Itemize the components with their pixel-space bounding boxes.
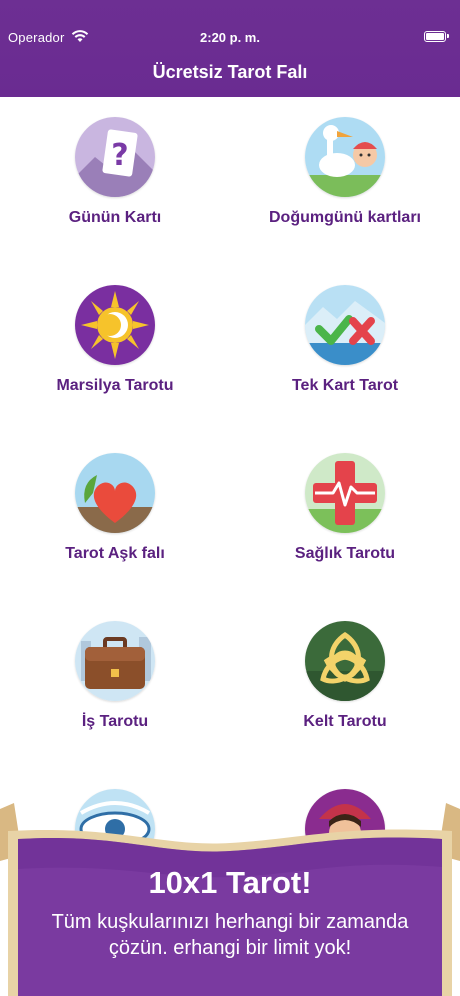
menu-item-marsilya-tarotu[interactable]: Marsilya Tarotu [0,265,230,433]
menu-item-dogumgunu-kartlari[interactable]: Doğumgünü kartları [230,97,460,265]
banner-subtitle: Tüm kuşkularınızı herhangi bir zamanda ç… [20,909,440,961]
item-label: Sağlık Tarotu [294,545,396,562]
status-bar: Operador 2:20 p. m. [0,28,460,48]
clock: 2:20 p. m. [200,30,260,45]
banner-line-2: çözün. erhangi bir limit yok! [108,937,352,959]
health-cross-icon [305,453,385,533]
item-label: İş Tarotu [81,713,149,730]
banner-headline: 10x1 Tarot! [148,865,312,900]
question-card-icon: ? [75,117,155,197]
svg-text:?: ? [111,138,128,173]
check-cross-icon [305,285,385,365]
sun-moon-icon [75,285,155,365]
menu-item-kelt-tarotu[interactable]: Kelt Tarotu [230,601,460,769]
item-label: Tarot Aşk falı [65,545,165,562]
menu-item-is-tarotu[interactable]: İş Tarotu [0,601,230,769]
menu-item-gunun-karti[interactable]: ? Günün Kartı [0,97,230,265]
menu-item-tarot-ask-fali[interactable]: Tarot Aşk falı [0,433,230,601]
navigation-bar: Operador 2:20 p. m. Ücretsiz Tarot Falı [0,0,460,97]
item-label: Tek Kart Tarot [291,377,399,394]
item-label: Doğumgünü kartları [268,209,421,226]
menu-item-saglik-tarotu[interactable]: Sağlık Tarotu [230,433,460,601]
banner-line-1: Tüm kuşkularınızı herhangi bir zamanda [51,911,409,933]
page-title: Ücretsiz Tarot Falı [152,62,308,82]
heart-icon [75,453,155,533]
promo-banner[interactable]: 10x1 Tarot! Tüm kuşkularınızı herhangi b… [0,795,460,996]
item-label: Kelt Tarotu [303,713,387,730]
item-label: Günün Kartı [68,209,162,226]
briefcase-icon [75,621,155,701]
battery-icon [424,31,449,42]
stork-baby-icon [305,117,385,197]
celtic-knot-icon [305,621,385,701]
menu-item-tek-kart-tarot[interactable]: Tek Kart Tarot [230,265,460,433]
item-label: Marsilya Tarotu [56,377,174,394]
